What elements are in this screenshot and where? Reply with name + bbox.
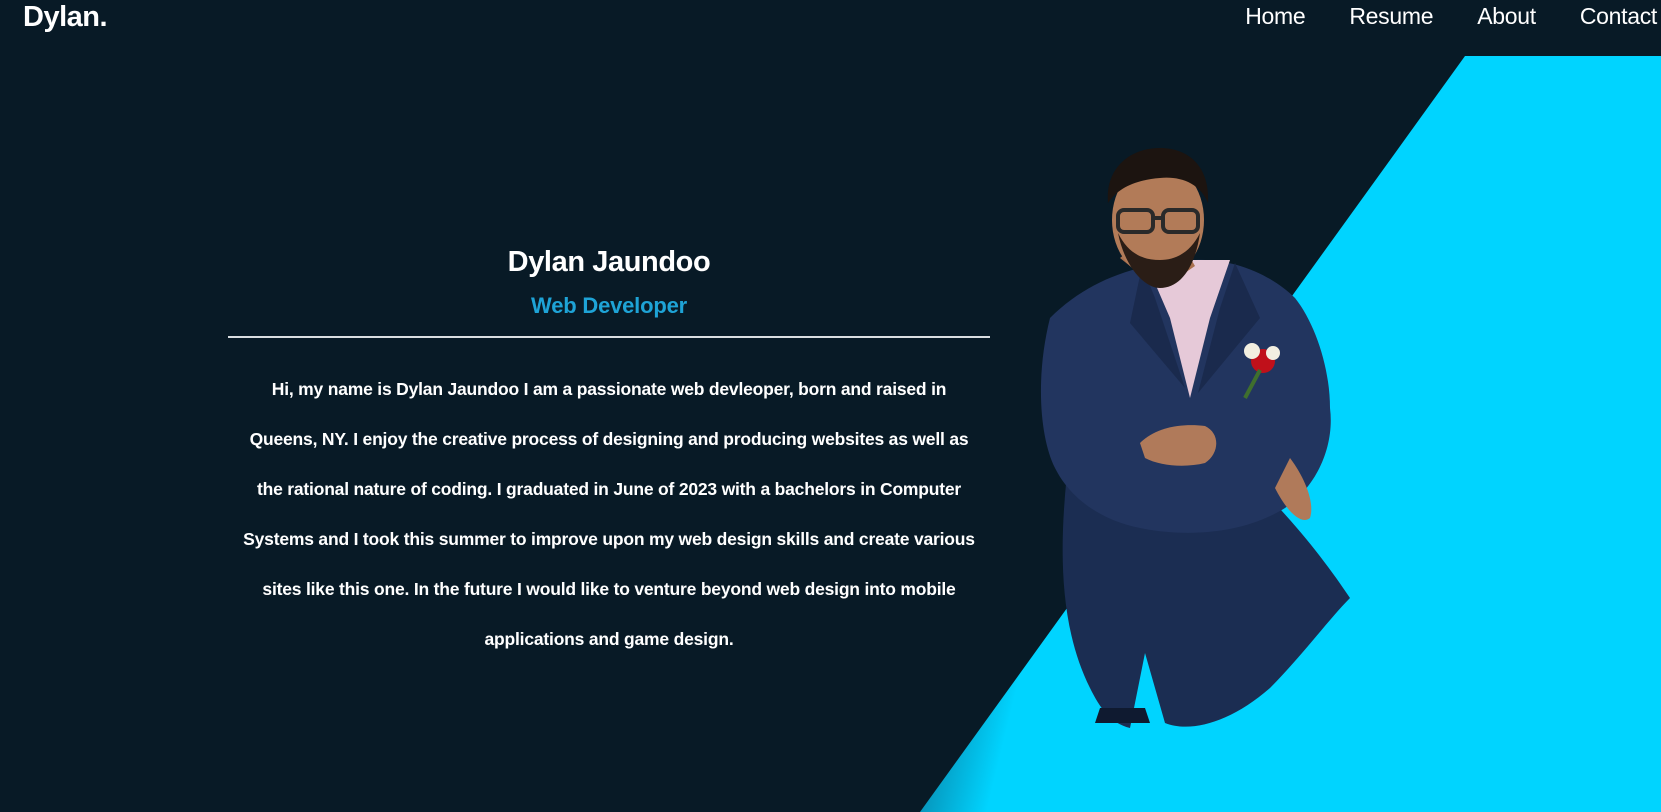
nav-resume-link[interactable]: Resume xyxy=(1327,0,1455,32)
intro-section: Dylan Jaundoo Web Developer Hi, my name … xyxy=(228,238,990,664)
nav-home-link[interactable]: Home xyxy=(1223,0,1327,32)
nav-contact-link[interactable]: Contact xyxy=(1558,0,1661,32)
profile-name: Dylan Jaundoo xyxy=(507,246,711,278)
person-portrait-image xyxy=(1040,148,1350,728)
profile-photo xyxy=(1030,148,1360,760)
nav-about-link[interactable]: About xyxy=(1455,0,1558,32)
bio-location: Queens, NY xyxy=(249,429,344,449)
navbar: Dylan. Home Resume About Contact xyxy=(0,0,1661,56)
nav-links: Home Resume About Contact xyxy=(1223,0,1661,32)
bio-paragraph: Hi, my name is Dylan Jaundoo I am a pass… xyxy=(228,364,990,664)
brand-logo[interactable]: Dylan. xyxy=(23,0,108,34)
divider xyxy=(228,336,990,338)
bio-text-end: . I enjoy the creative process of design… xyxy=(243,429,975,649)
bio-text-start: Hi, my name is Dylan Jaundoo I am a pass… xyxy=(271,379,947,399)
profile-role: Web Developer xyxy=(531,293,687,318)
